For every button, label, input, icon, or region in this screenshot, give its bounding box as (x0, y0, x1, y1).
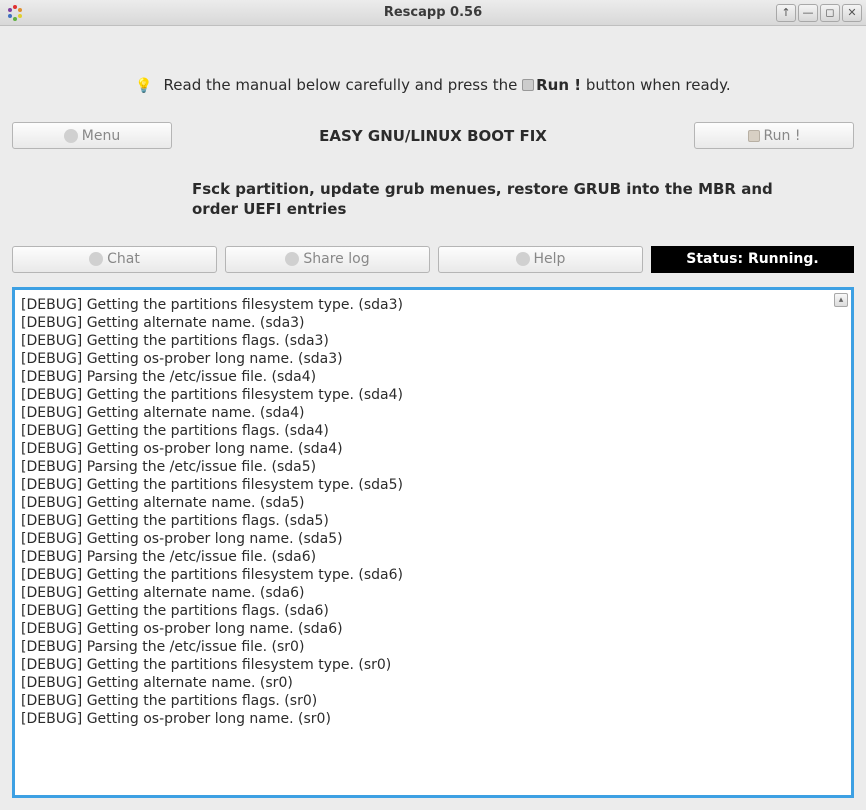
run-icon (522, 79, 534, 91)
description-text: Fsck partition, update grub menues, rest… (192, 179, 854, 220)
menu-icon (64, 129, 78, 143)
status-badge: Status: Running. (651, 246, 854, 273)
titlebar[interactable]: Rescapp 0.56 ↑ — ◻ ✕ (0, 0, 866, 26)
share-icon (285, 252, 299, 266)
chat-button-label: Chat (107, 251, 140, 267)
help-icon (516, 252, 530, 266)
chat-button[interactable]: Chat (12, 246, 217, 273)
lightbulb-icon: 💡 (135, 78, 152, 94)
help-button-label: Help (534, 251, 566, 267)
run-button-icon (748, 130, 760, 142)
content: 💡 Read the manual below carefully and pr… (0, 26, 866, 810)
help-button[interactable]: Help (438, 246, 643, 273)
log-output[interactable]: [DEBUG] Getting the partitions filesyste… (15, 290, 851, 796)
page-title: EASY GNU/LINUX BOOT FIX (172, 127, 694, 145)
window-rollup-button[interactable]: ↑ (776, 4, 796, 22)
run-button-label: Run ! (764, 128, 801, 144)
share-log-button[interactable]: Share log (225, 246, 430, 273)
instruction-prefix: Read the manual below carefully and pres… (164, 76, 523, 94)
menu-button[interactable]: Menu (12, 122, 172, 149)
instruction-run-label: Run ! (536, 76, 581, 94)
instruction-suffix: button when ready. (586, 76, 731, 94)
app-icon (6, 4, 24, 22)
window-controls: ↑ — ◻ ✕ (776, 4, 862, 22)
menu-button-label: Menu (82, 128, 120, 144)
action-row: Chat Share log Help Status: Running. (12, 246, 854, 273)
log-panel: ▴ [DEBUG] Getting the partitions filesys… (12, 287, 854, 799)
instruction-text: 💡 Read the manual below carefully and pr… (12, 76, 854, 94)
window-close-button[interactable]: ✕ (842, 4, 862, 22)
chat-icon (89, 252, 103, 266)
top-row: Menu EASY GNU/LINUX BOOT FIX Run ! (12, 122, 854, 149)
share-log-button-label: Share log (303, 251, 369, 267)
run-button[interactable]: Run ! (694, 122, 854, 149)
window-minimize-button[interactable]: — (798, 4, 818, 22)
window-title: Rescapp 0.56 (0, 5, 866, 20)
window-maximize-button[interactable]: ◻ (820, 4, 840, 22)
